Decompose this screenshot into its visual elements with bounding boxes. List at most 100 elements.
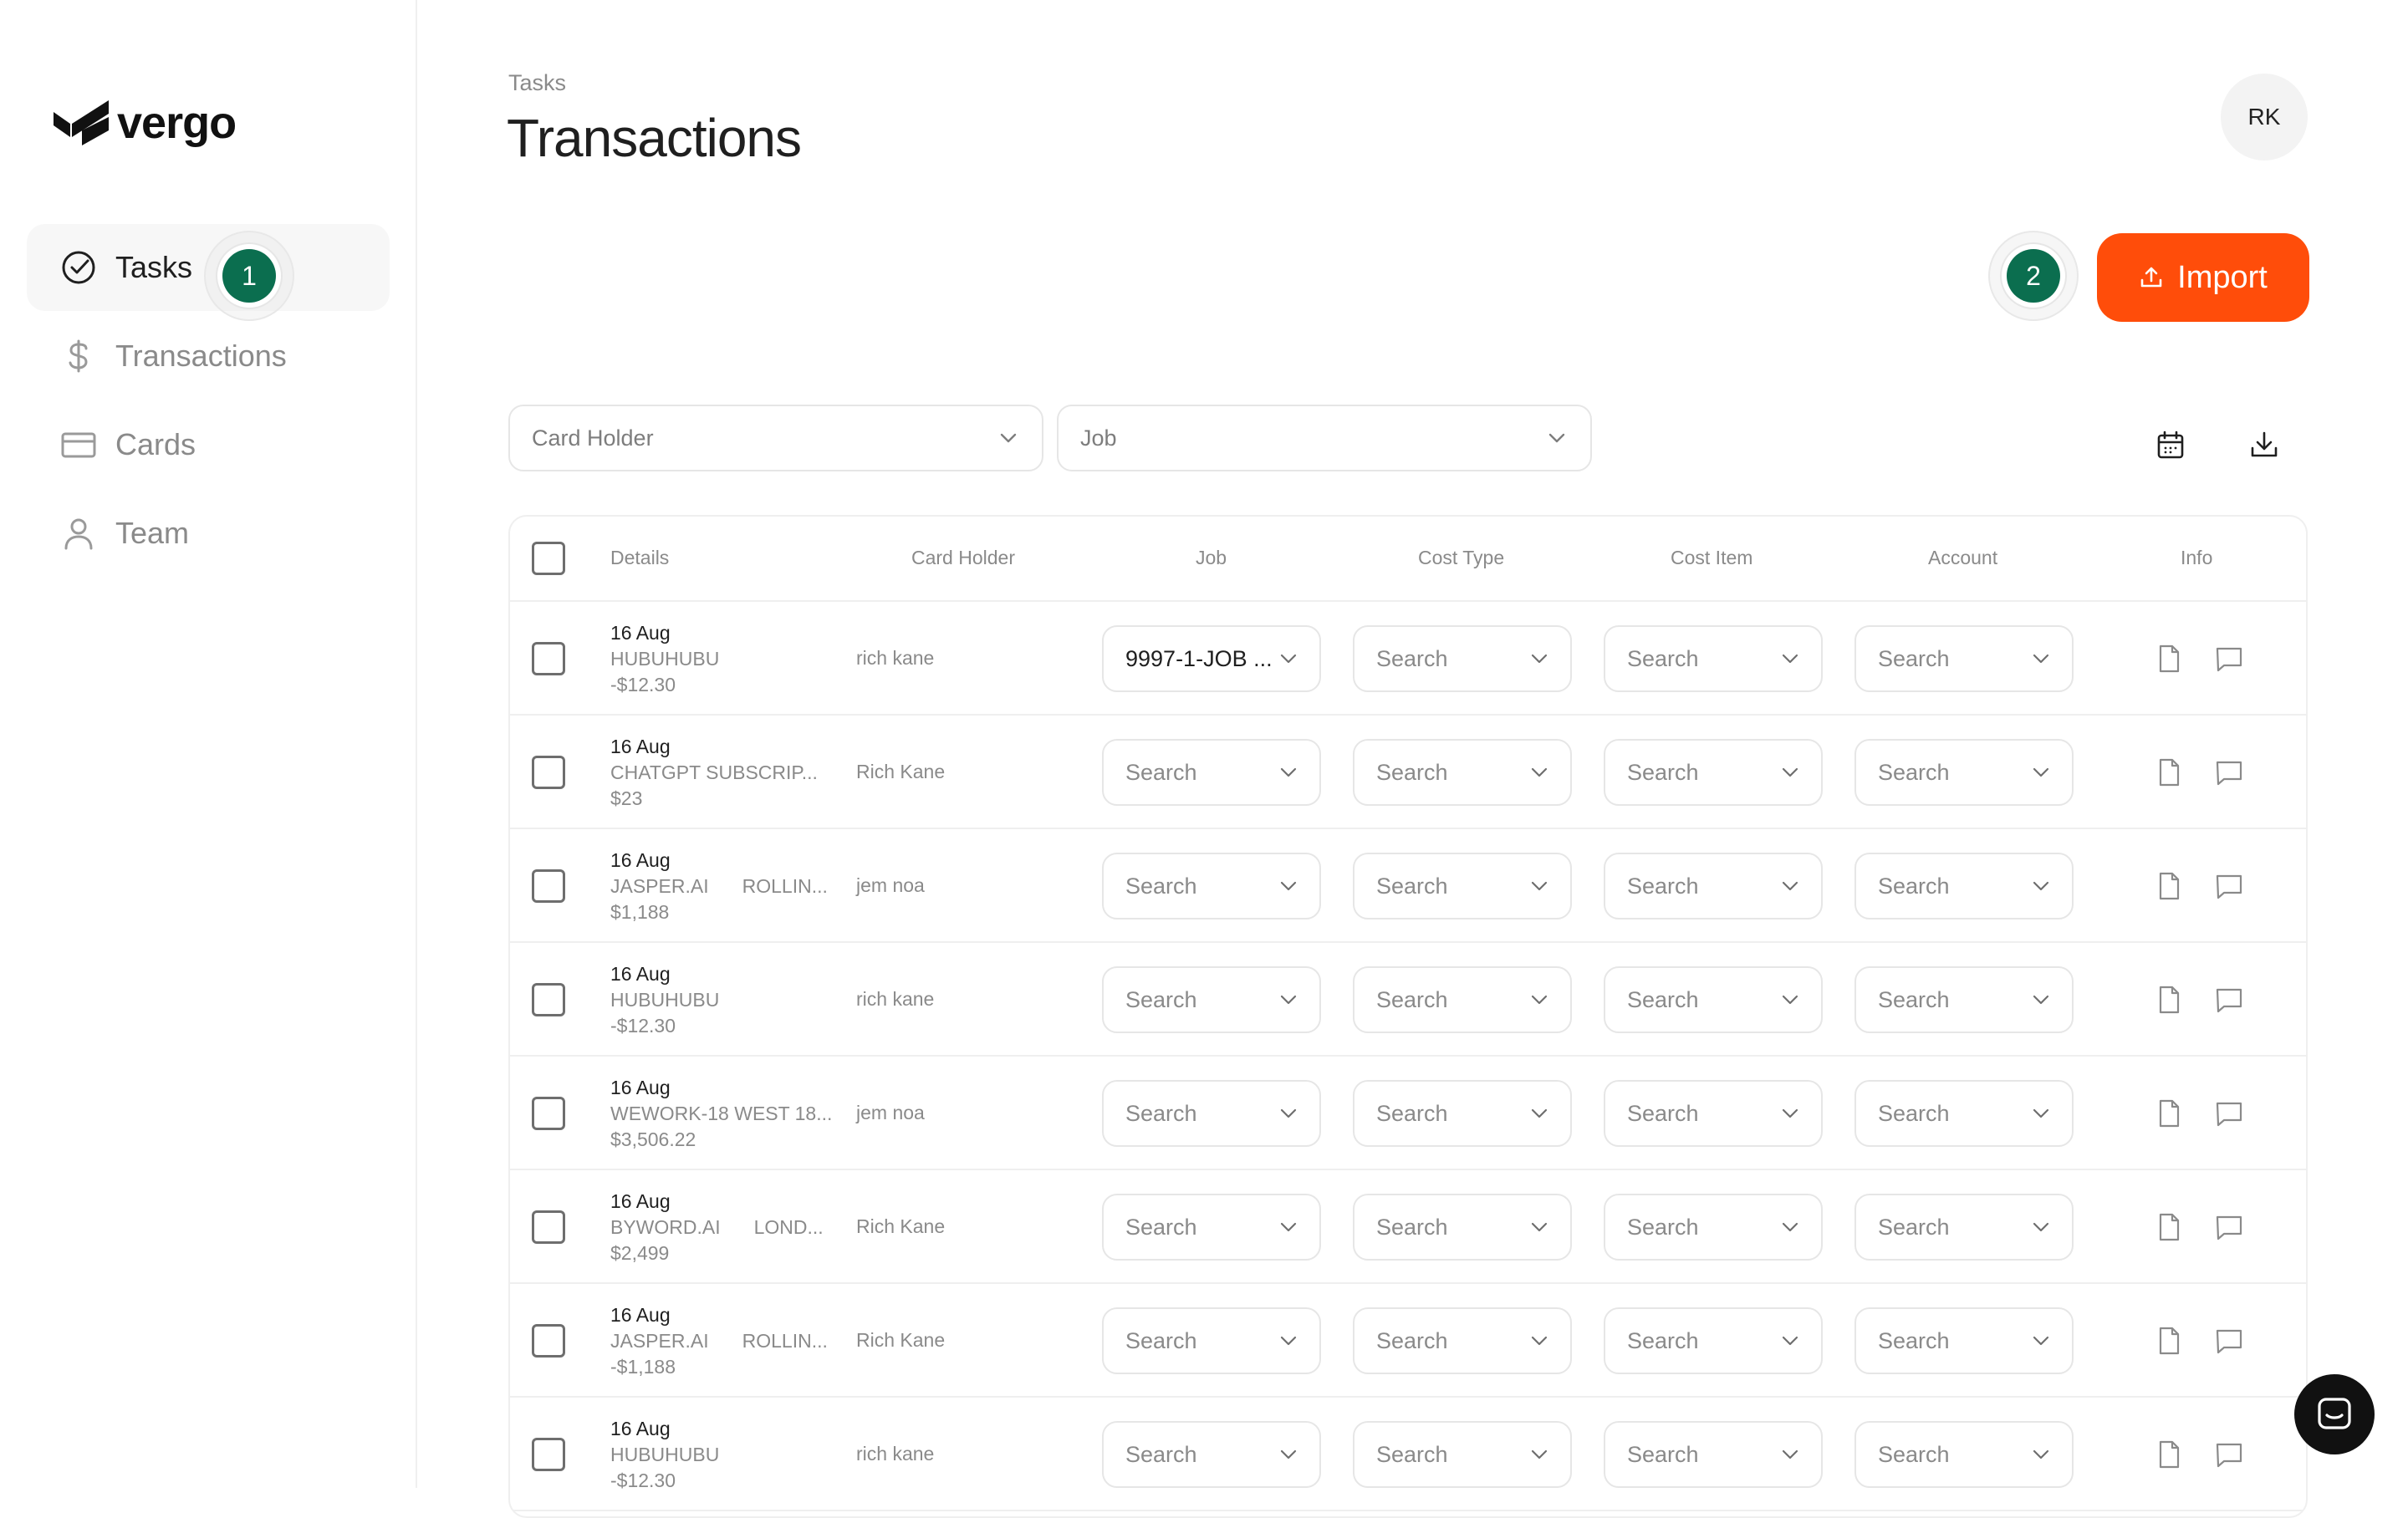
transaction-amount: $1,188 [610,901,670,923]
account-select[interactable]: Search [1854,1307,2074,1374]
cost-item-select[interactable]: Search [1604,853,1823,919]
document-icon[interactable] [2154,871,2184,901]
comment-icon[interactable] [2214,1098,2244,1128]
account-select[interactable]: Search [1854,1080,2074,1147]
row-checkbox[interactable] [532,1210,565,1244]
document-icon[interactable] [2154,1326,2184,1356]
row-checkbox[interactable] [532,1097,565,1130]
comment-icon[interactable] [2214,985,2244,1015]
row-checkbox[interactable] [532,756,565,789]
document-icon[interactable] [2154,1212,2184,1242]
table-row[interactable]: 16 Aug WEWORK-18 WEST 18... $3,506.22 jem n… [510,1057,2306,1170]
sidebar-item-transactions[interactable]: Transactions [27,313,390,400]
account-select[interactable]: Search [1854,625,2074,692]
document-icon[interactable] [2154,757,2184,787]
account-select[interactable]: Search [1854,853,2074,919]
cost-item-select[interactable]: Search [1604,1421,1823,1488]
job-select[interactable]: Search [1102,853,1321,919]
select-all-checkbox[interactable] [532,542,565,575]
column-header-job[interactable]: Job [1196,547,1227,569]
avatar[interactable]: RK [2221,74,2308,160]
table-row[interactable]: 16 Aug JASPER.AI ROLLIN... $1,188 jem noa Sea… [510,829,2306,943]
column-header-cost-item[interactable]: Cost Item [1671,547,1752,569]
chevron-down-icon [1531,1449,1548,1459]
comment-icon[interactable] [2214,1212,2244,1242]
document-icon[interactable] [2154,1098,2184,1128]
cost-type-select[interactable]: Search [1353,966,1572,1033]
row-checkbox[interactable] [532,1438,565,1471]
chat-launcher-button[interactable] [2294,1374,2375,1454]
cost-item-select[interactable]: Search [1604,966,1823,1033]
cost-type-select[interactable]: Search [1353,625,1572,692]
sidebar-item-cards[interactable]: Cards [27,401,390,488]
import-button[interactable]: Import [2097,233,2309,322]
calendar-icon[interactable] [2154,428,2187,461]
column-header-account[interactable]: Account [1928,547,1997,569]
table-row[interactable]: 16 Aug HUBUHUBU -$12.30 rich kane 9997-1-JOB… [510,602,2306,716]
comment-icon[interactable] [2214,644,2244,674]
table-row[interactable]: 16 Aug HUBUHUBU -$12.30 rich kane Search Sear… [510,943,2306,1057]
document-icon[interactable] [2154,1439,2184,1470]
logo-text: vergo [117,98,237,148]
account-select[interactable]: Search [1854,966,2074,1033]
transaction-amount: $3,506.22 [610,1128,696,1150]
document-icon[interactable] [2154,644,2184,674]
job-select[interactable]: Search [1102,1080,1321,1147]
row-checkbox[interactable] [532,1324,565,1358]
step-number: 2 [2007,249,2060,303]
sidebar-item-team[interactable]: Team [27,490,390,577]
chevron-down-icon [1280,654,1297,664]
card-holder-filter[interactable]: Card Holder [508,405,1043,471]
table-row[interactable]: 16 Aug HUBUHUBU -$12.30 rich kane Search Sear… [510,1398,2306,1511]
table-row[interactable]: 16 Aug BYWORD.AI LOND... $2,499 Rich Kane Sea… [510,1170,2306,1284]
table-row[interactable]: 16 Aug CHATGPT SUBSCRIP... $23 Rich Kane Sea… [510,716,2306,829]
comment-icon[interactable] [2214,1439,2244,1470]
job-select[interactable]: Search [1102,1307,1321,1374]
card-holder-name: Rich Kane [856,1329,946,1351]
vergo-logo[interactable]: vergo [52,94,237,152]
chevron-down-icon [1280,1449,1297,1459]
onboarding-step-badge-2[interactable]: 2 [1988,231,2079,321]
cost-type-select-value: Search [1376,1441,1448,1467]
cost-type-select[interactable]: Search [1353,739,1572,806]
account-select[interactable]: Search [1854,1194,2074,1261]
account-select[interactable]: Search [1854,739,2074,806]
column-header-details[interactable]: Details [610,547,669,569]
job-select[interactable]: Search [1102,739,1321,806]
account-select[interactable]: Search [1854,1421,2074,1488]
document-icon[interactable] [2154,985,2184,1015]
job-filter[interactable]: Job [1057,405,1592,471]
column-header-card-holder[interactable]: Card Holder [911,547,1015,569]
comment-icon[interactable] [2214,1326,2244,1356]
row-checkbox[interactable] [532,642,565,675]
download-icon[interactable] [2247,428,2281,461]
chevron-down-icon [1782,1108,1798,1118]
row-checkbox[interactable] [532,869,565,903]
table-row[interactable]: 16 Aug JASPER.AI ROLLIN... -$1,188 Rich Kane… [510,1284,2306,1398]
job-select[interactable]: Search [1102,966,1321,1033]
transaction-date: 16 Aug [610,963,671,985]
cost-type-select[interactable]: Search [1353,853,1572,919]
breadcrumb[interactable]: Tasks [508,70,566,96]
comment-icon[interactable] [2214,757,2244,787]
transaction-merchant: JASPER.AI ROLLIN... [610,874,828,899]
column-header-cost-type[interactable]: Cost Type [1418,547,1504,569]
job-select[interactable]: Search [1102,1421,1321,1488]
cost-type-select[interactable]: Search [1353,1194,1572,1261]
account-select-value: Search [1878,986,1950,1012]
cost-type-select[interactable]: Search [1353,1421,1572,1488]
job-select[interactable]: Search [1102,1194,1321,1261]
job-select[interactable]: 9997-1-JOB ... [1102,625,1321,692]
cost-item-select[interactable]: Search [1604,625,1823,692]
transaction-amount: -$12.30 [610,1470,676,1491]
cost-item-select[interactable]: Search [1604,739,1823,806]
row-checkbox[interactable] [532,983,565,1016]
onboarding-step-badge-1[interactable]: 1 [204,231,294,321]
cost-item-select[interactable]: Search [1604,1307,1823,1374]
cost-type-select-value: Search [1376,759,1448,785]
cost-item-select[interactable]: Search [1604,1080,1823,1147]
cost-type-select[interactable]: Search [1353,1080,1572,1147]
cost-item-select[interactable]: Search [1604,1194,1823,1261]
comment-icon[interactable] [2214,871,2244,901]
cost-type-select[interactable]: Search [1353,1307,1572,1374]
